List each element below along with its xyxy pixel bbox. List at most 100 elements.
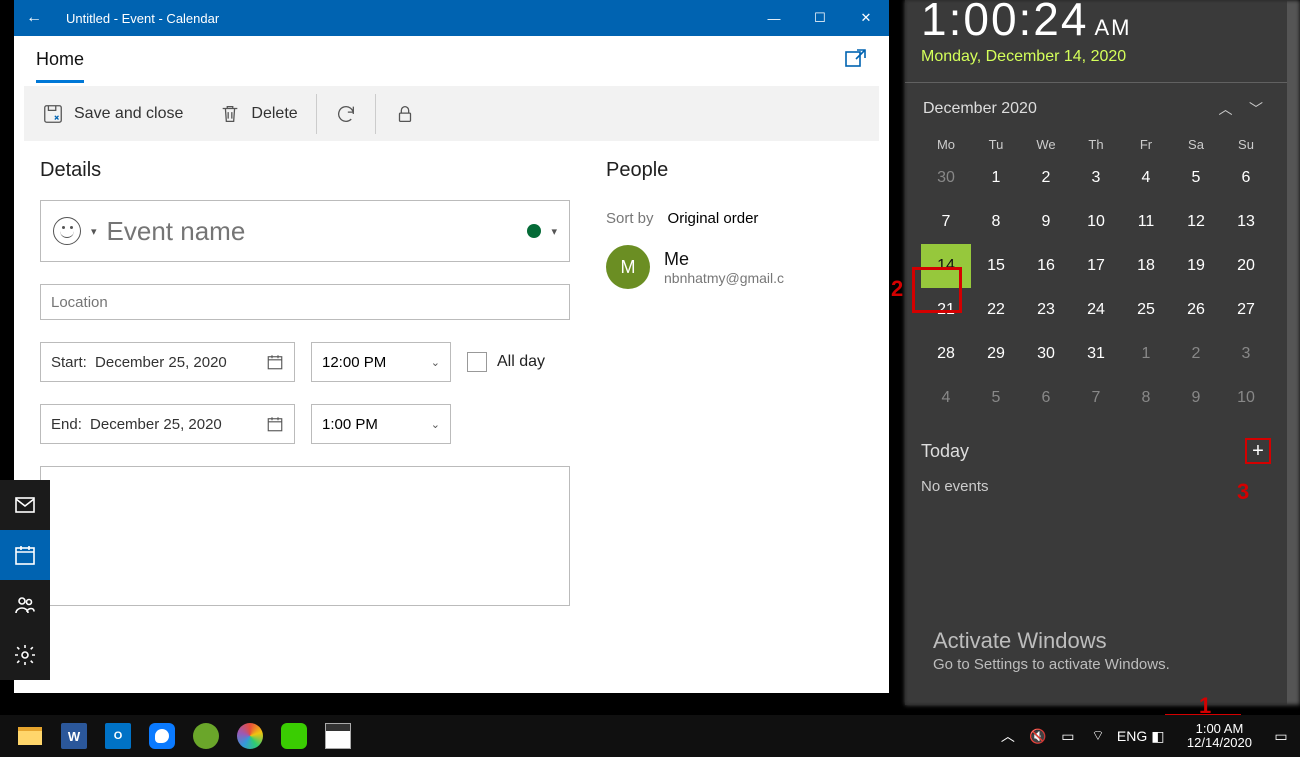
calendar-day[interactable]: 3	[1221, 332, 1271, 376]
calendar-day[interactable]: 5	[1171, 156, 1221, 200]
word-icon[interactable]: W	[52, 715, 96, 757]
ime-icon[interactable]: ◧	[1147, 728, 1169, 745]
calendar-day[interactable]: 4	[1121, 156, 1171, 200]
calendar-day[interactable]: 25	[1121, 288, 1171, 332]
save-and-close-button[interactable]: Save and close	[24, 86, 201, 141]
dow-cell: Su	[1221, 133, 1271, 156]
tab-bar: Home	[14, 36, 889, 86]
calendar-day[interactable]: 6	[1021, 376, 1071, 420]
taskbar-time: 1:00 AM	[1187, 722, 1252, 736]
dow-cell: Sa	[1171, 133, 1221, 156]
popout-icon[interactable]	[843, 47, 867, 76]
calendar-day[interactable]: 20	[1221, 244, 1271, 288]
calendar-day[interactable]: 22	[971, 288, 1021, 332]
calendar-day[interactable]: 19	[1171, 244, 1221, 288]
taskbar-clock[interactable]: 1:00 AM 12/14/2020	[1177, 718, 1262, 754]
calendar-day[interactable]: 15	[971, 244, 1021, 288]
file-explorer-icon[interactable]	[8, 715, 52, 757]
calendar-day[interactable]: 10	[1071, 200, 1121, 244]
calendar-day[interactable]: 10	[1221, 376, 1271, 420]
location-input[interactable]	[40, 284, 570, 320]
calendar-day[interactable]: 3	[1071, 156, 1121, 200]
person-row[interactable]: M Me nbnhatmy@gmail.c	[606, 245, 784, 289]
add-event-button[interactable]: +	[1245, 438, 1271, 464]
calendar-day[interactable]: 16	[1021, 244, 1071, 288]
calendar-day[interactable]: 13	[1221, 200, 1271, 244]
lock-button[interactable]	[376, 86, 434, 141]
calendar-chevron-icon[interactable]: ▾	[551, 225, 557, 238]
calendar-day[interactable]: 1	[971, 156, 1021, 200]
calendar-day[interactable]: 26	[1171, 288, 1221, 332]
calendar-color-dot[interactable]	[527, 224, 541, 238]
all-day-checkbox[interactable]: All day	[467, 352, 545, 372]
back-button[interactable]: ←	[22, 9, 46, 27]
start-date-field[interactable]: Start: December 25, 2020	[40, 342, 295, 382]
action-center-icon[interactable]: ▭	[1270, 728, 1292, 745]
dow-cell: Mo	[921, 133, 971, 156]
delete-button[interactable]: Delete	[201, 86, 315, 141]
calendar-day[interactable]: 18	[1121, 244, 1171, 288]
calendar-day[interactable]: 7	[921, 200, 971, 244]
emoji-icon[interactable]	[53, 217, 81, 245]
wifi-icon[interactable]: ⌔	[1087, 727, 1109, 745]
calendar-day[interactable]: 9	[1021, 200, 1071, 244]
paint-icon[interactable]	[228, 715, 272, 757]
people-heading: People	[606, 159, 784, 182]
settings-icon[interactable]	[0, 630, 50, 680]
coccoc-icon[interactable]	[184, 715, 228, 757]
line-icon[interactable]	[272, 715, 316, 757]
calendar-taskbar-icon[interactable]	[316, 715, 360, 757]
calendar-day[interactable]: 30	[921, 156, 971, 200]
volume-icon[interactable]: 🔇	[1027, 728, 1049, 745]
calendar-day[interactable]: 29	[971, 332, 1021, 376]
month-label[interactable]: December 2020	[923, 100, 1037, 118]
calendar-day[interactable]: 2	[1171, 332, 1221, 376]
end-time-field[interactable]: 1:00 PM ⌄	[311, 404, 451, 444]
calendar-day[interactable]: 27	[1221, 288, 1271, 332]
calendar-day[interactable]: 17	[1071, 244, 1121, 288]
event-name-field[interactable]: ▾ ▾	[40, 200, 570, 262]
tray-overflow-icon[interactable]: ︿	[997, 726, 1019, 746]
calendar-day[interactable]: 12	[1171, 200, 1221, 244]
calendar-day[interactable]: 28	[921, 332, 971, 376]
calendar-day[interactable]: 2	[1021, 156, 1071, 200]
language-indicator[interactable]: ENG	[1117, 728, 1139, 744]
calendar-day[interactable]: 8	[1121, 376, 1171, 420]
tab-home[interactable]: Home	[36, 39, 84, 83]
calendar-day[interactable]: 23	[1021, 288, 1071, 332]
calendar-day[interactable]: 30	[1021, 332, 1071, 376]
sort-value[interactable]: Original order	[668, 210, 759, 227]
event-name-input[interactable]	[107, 216, 518, 247]
calendar-day[interactable]: 24	[1071, 288, 1121, 332]
checkbox-icon[interactable]	[467, 352, 487, 372]
close-button[interactable]: ✕	[843, 0, 889, 36]
calendar-day[interactable]: 6	[1221, 156, 1271, 200]
calendar-day[interactable]: 1	[1121, 332, 1171, 376]
mail-icon[interactable]	[0, 480, 50, 530]
calendar-day[interactable]: 31	[1071, 332, 1121, 376]
annotation-label-2: 2	[891, 276, 903, 302]
calendar-day[interactable]: 11	[1121, 200, 1171, 244]
calendar-day[interactable]: 7	[1071, 376, 1121, 420]
end-date-field[interactable]: End: December 25, 2020	[40, 404, 295, 444]
emoji-chevron-icon[interactable]: ▾	[91, 225, 97, 238]
month-next-button[interactable]: ﹀	[1243, 99, 1269, 119]
people-icon[interactable]	[0, 580, 50, 630]
minimize-button[interactable]: —	[751, 0, 797, 36]
description-field[interactable]	[40, 466, 570, 606]
calendar-app-icon[interactable]	[0, 530, 50, 580]
messenger-icon[interactable]	[140, 715, 184, 757]
outlook-icon[interactable]: O	[96, 715, 140, 757]
sort-by-label: Sort by	[606, 210, 654, 227]
calendar-day[interactable]: 4	[921, 376, 971, 420]
month-prev-button[interactable]: ︿	[1213, 99, 1239, 119]
calendar-day[interactable]: 8	[971, 200, 1021, 244]
clock-date-string[interactable]: Monday, December 14, 2020	[921, 48, 1271, 66]
calendar-day[interactable]: 9	[1171, 376, 1221, 420]
maximize-button[interactable]: ☐	[797, 0, 843, 36]
refresh-button[interactable]	[317, 86, 375, 141]
battery-icon[interactable]: ▭	[1057, 728, 1079, 745]
start-time-field[interactable]: 12:00 PM ⌄	[311, 342, 451, 382]
all-day-label: All day	[497, 353, 545, 371]
calendar-day[interactable]: 5	[971, 376, 1021, 420]
